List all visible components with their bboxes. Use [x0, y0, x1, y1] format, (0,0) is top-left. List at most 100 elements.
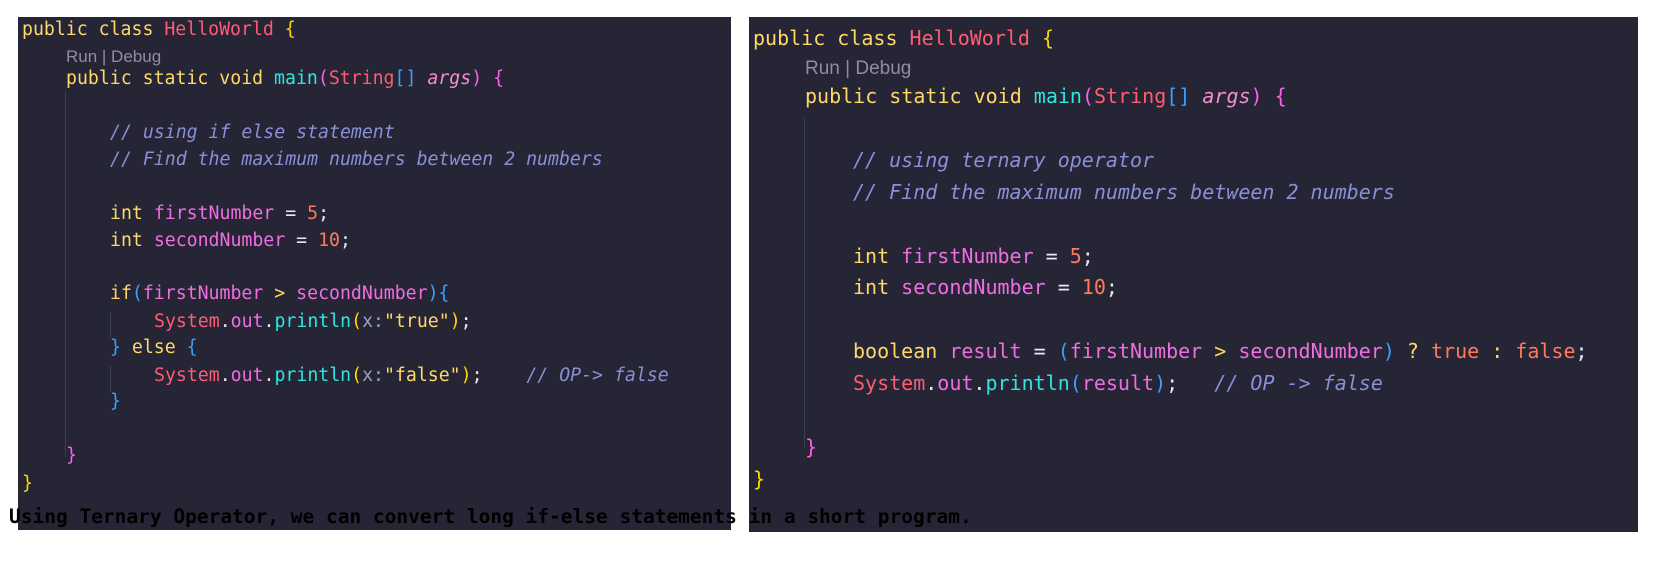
brace: { [1262, 84, 1287, 108]
brace: { [273, 19, 296, 40]
variable: secondNumber [296, 283, 428, 304]
semicolon: ; [1105, 275, 1118, 299]
field-ref: out [230, 365, 264, 386]
brace: } [110, 337, 132, 358]
dot: . [973, 371, 986, 395]
variable: firstNumber [153, 203, 275, 224]
paren: ) [427, 283, 439, 304]
method-call: println [274, 311, 352, 332]
code-panel-if-else: public class HelloWorld { Run | Debug pu… [18, 17, 731, 530]
inlay-hint: x: [362, 311, 384, 332]
code-comment-2: // Find the maximum numbers between 2 nu… [110, 149, 603, 170]
operator: > [263, 283, 297, 304]
method-call: println [985, 371, 1070, 395]
code-line-println-result: System.out.println(result); // OP -> fal… [853, 371, 1383, 395]
code-comment-2: // Find the maximum numbers between 2 nu… [853, 180, 1395, 204]
array-brackets: [] [394, 68, 428, 89]
variable: firstNumber [1069, 339, 1203, 363]
number-literal: 5 [1069, 244, 1082, 268]
code-line-class-decl: public class HelloWorld { [22, 19, 296, 40]
string-literal: "false" [383, 365, 461, 386]
code-line-decl-second: int secondNumber = 10; [110, 230, 351, 251]
class-ref: System [154, 311, 220, 332]
code-line-main-decl: public static void main(String[] args) { [66, 68, 504, 89]
type-name: String [1094, 84, 1167, 108]
output-comment: // OP -> false [1178, 371, 1383, 395]
paren: ( [317, 68, 329, 89]
semicolon: ; [471, 365, 483, 386]
number-literal: 10 [318, 230, 340, 251]
semicolon: ; [318, 203, 330, 224]
code-line-main-close: } [805, 435, 818, 459]
paren: ) [1154, 371, 1167, 395]
semicolon: ; [1081, 244, 1094, 268]
operator: > [1202, 339, 1239, 363]
class-name: HelloWorld [164, 19, 274, 40]
code-line-println-false: System.out.println(x:"false"); // OP-> f… [154, 365, 669, 386]
variable: result [1081, 371, 1155, 395]
paren: ) [1382, 339, 1395, 363]
code-line-ternary: boolean result = (firstNumber > secondNu… [853, 339, 1588, 363]
codelens-run-debug[interactable]: Run | Debug [66, 47, 161, 67]
code-line-class-decl: public class HelloWorld { [753, 26, 1054, 50]
array-brackets: [] [1166, 84, 1203, 108]
boolean-literal: false [1515, 339, 1576, 363]
keyword: public class [22, 19, 165, 40]
dot: . [219, 311, 231, 332]
class-ref: System [154, 365, 220, 386]
code-comment-1: // using if else statement [110, 122, 395, 143]
dot: . [263, 365, 275, 386]
field-ref: out [230, 311, 264, 332]
keyword: int [853, 275, 902, 299]
variable: secondNumber [901, 275, 1046, 299]
class-name: HelloWorld [909, 26, 1030, 50]
keyword: int [110, 203, 154, 224]
code-line-if: if(firstNumber > secondNumber){ [110, 283, 449, 304]
method-call: println [274, 365, 352, 386]
method-name: main [274, 68, 318, 89]
variable: secondNumber [153, 230, 286, 251]
class-ref: System [853, 371, 926, 395]
brace: { [438, 283, 450, 304]
keyword: boolean [853, 339, 950, 363]
output-comment: // OP-> false [482, 365, 669, 386]
semicolon: ; [1575, 339, 1588, 363]
param-name: args [427, 68, 472, 89]
variable: secondNumber [1238, 339, 1383, 363]
dot: . [219, 365, 231, 386]
paren: ( [351, 365, 363, 386]
dot: . [925, 371, 938, 395]
paren: ( [351, 311, 363, 332]
number-literal: 10 [1081, 275, 1106, 299]
paren: ( [1069, 371, 1082, 395]
caption: Using Ternary Operator, we can convert l… [9, 505, 972, 528]
operator: = [1045, 275, 1082, 299]
paren: ) [460, 365, 472, 386]
brace: { [175, 337, 198, 358]
paren: ) [1250, 84, 1263, 108]
variable: firstNumber [142, 283, 264, 304]
type-name: String [328, 68, 395, 89]
variable: result [949, 339, 1022, 363]
code-line-println-true: System.out.println(x:"true"); [154, 311, 472, 332]
ternary-operator: ? [1394, 339, 1431, 363]
code-line-main-decl: public static void main(String[] args) { [805, 84, 1287, 108]
keyword: public static void [805, 84, 1034, 108]
code-line-decl-first: int firstNumber = 5; [853, 244, 1094, 268]
paren: ) [471, 68, 483, 89]
code-line-class-close: } [22, 473, 33, 494]
ternary-operator: : [1479, 339, 1516, 363]
codelens-run-debug[interactable]: Run | Debug [805, 58, 911, 80]
keyword: int [110, 230, 154, 251]
field-ref: out [937, 371, 974, 395]
code-line-main-close: } [66, 445, 77, 466]
brace: { [1029, 26, 1055, 50]
semicolon: ; [1166, 371, 1179, 395]
boolean-literal: true [1431, 339, 1480, 363]
code-line-class-close: } [753, 467, 766, 491]
keyword: public class [753, 26, 910, 50]
operator: = [285, 230, 319, 251]
number-literal: 5 [307, 203, 319, 224]
param-name: args [1202, 84, 1251, 108]
semicolon: ; [460, 311, 472, 332]
